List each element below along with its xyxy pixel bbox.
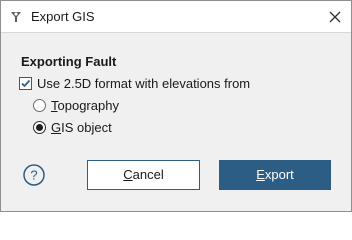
radio-topography[interactable] (33, 99, 46, 112)
checkmark-icon (21, 79, 31, 88)
cancel-button[interactable]: Cancel (87, 160, 200, 190)
close-icon[interactable] (327, 9, 343, 25)
radio-selected-dot (36, 124, 43, 131)
window-title: Export GIS (31, 9, 95, 24)
radio-topography-text: Topography (51, 98, 119, 113)
radio-gis-object-text: GIS object (51, 120, 112, 135)
section-heading: Exporting Fault (21, 54, 117, 69)
radio-gis-object-label[interactable]: GIS object (51, 120, 112, 136)
use-25d-checkbox[interactable] (19, 77, 32, 90)
radio-topography-label[interactable]: Topography (51, 98, 119, 114)
map-pin-icon (8, 9, 24, 25)
cancel-button-label: Cancel (123, 167, 164, 182)
title-bar[interactable]: Export GIS (1, 1, 351, 32)
export-button[interactable]: Export (219, 160, 331, 190)
help-icon[interactable]: ? (23, 164, 45, 186)
radio-gis-object[interactable] (33, 121, 46, 134)
use-25d-label[interactable]: Use 2.5D format with elevations from (37, 76, 250, 92)
export-button-label: Export (256, 167, 294, 182)
svg-text:?: ? (30, 168, 37, 183)
